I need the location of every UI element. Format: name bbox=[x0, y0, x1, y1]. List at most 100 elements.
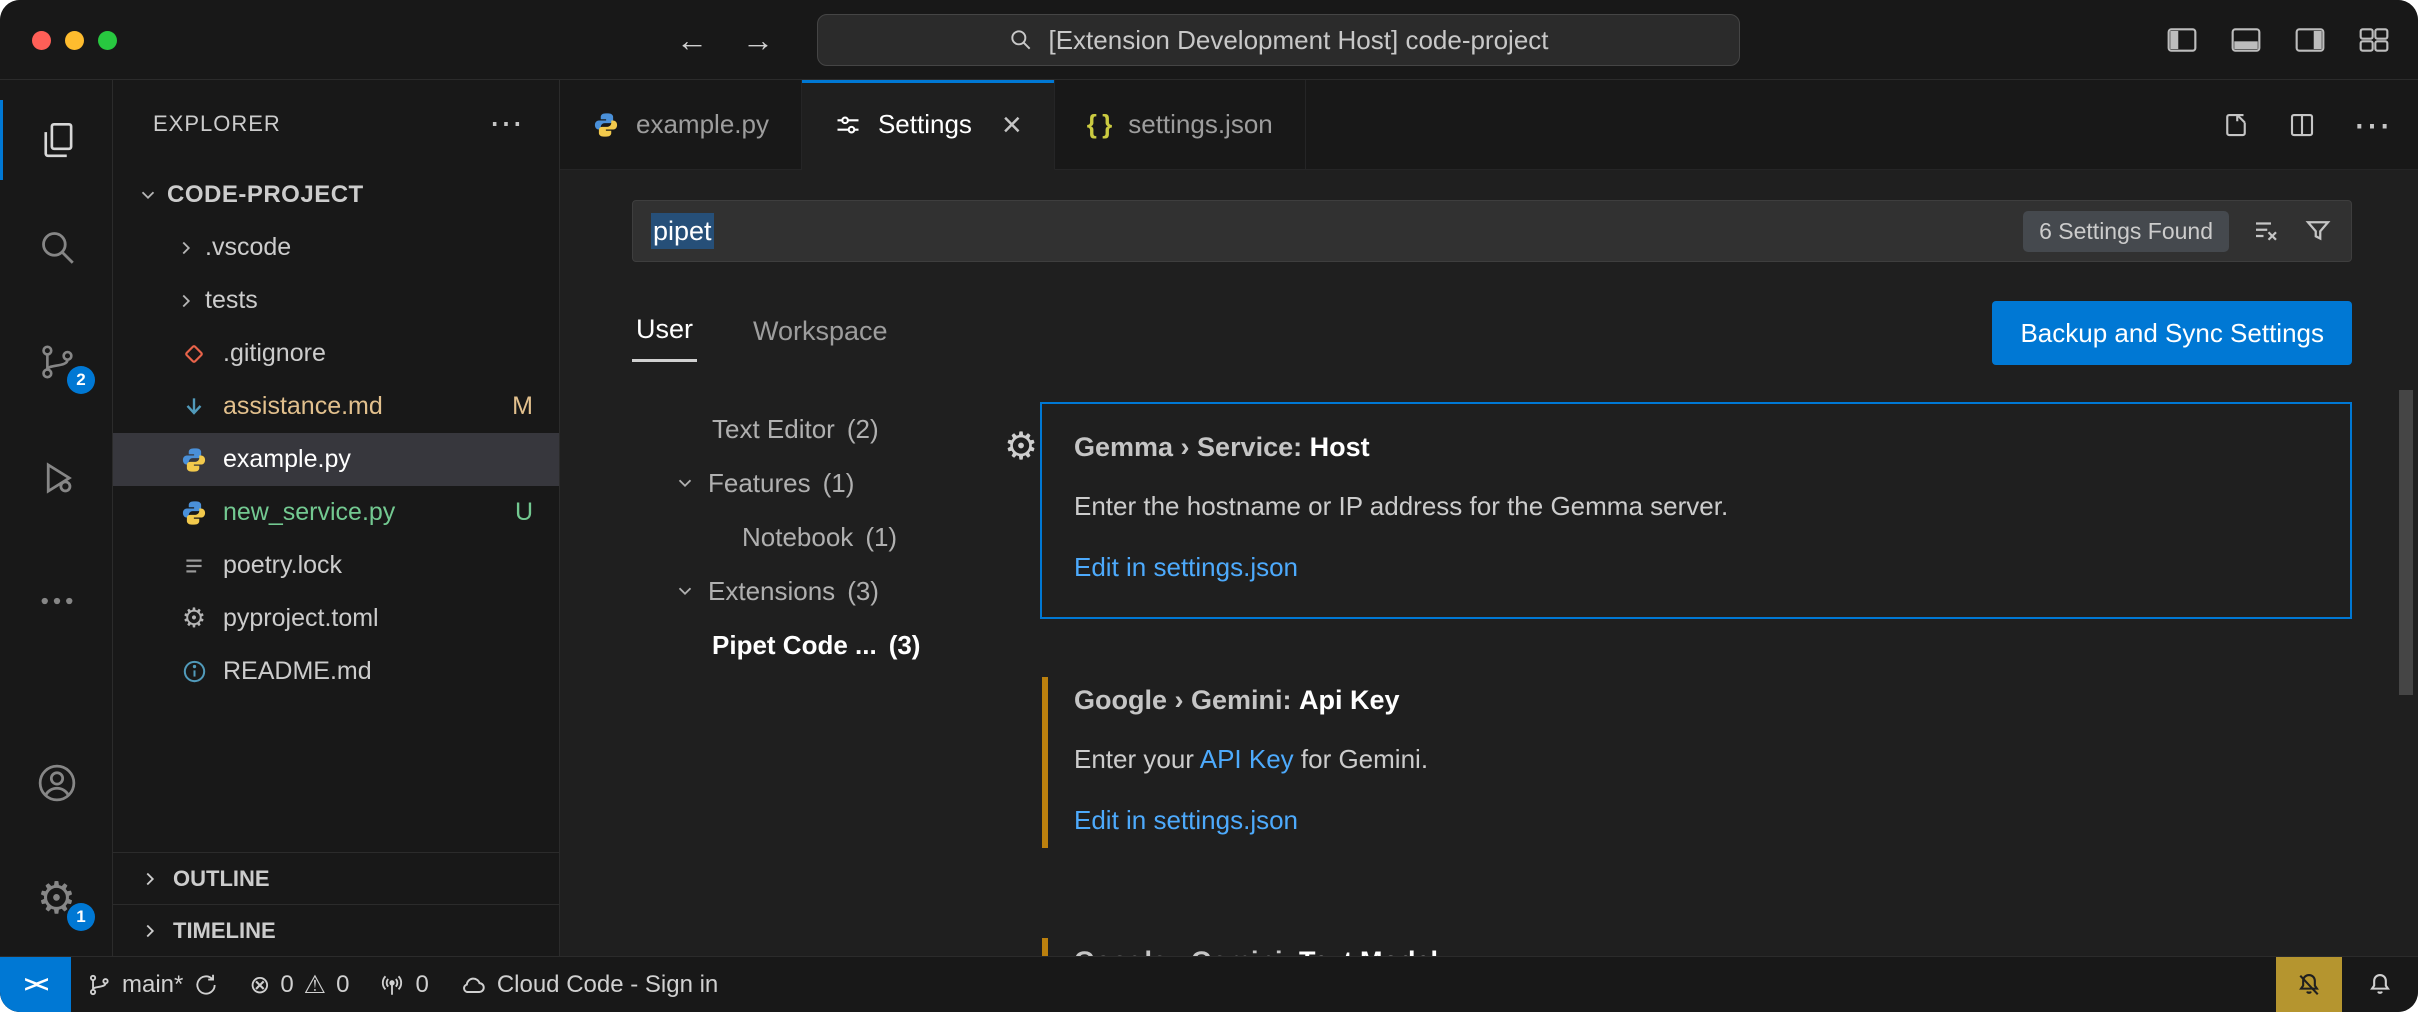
api-key-link[interactable]: API Key bbox=[1200, 744, 1294, 774]
settings-scope-tabs: User Workspace Backup and Sync Settings bbox=[632, 300, 2352, 366]
do-not-disturb-status-item[interactable] bbox=[2276, 957, 2342, 1012]
error-icon: ⊗ bbox=[249, 970, 270, 1000]
chevron-right-icon bbox=[175, 290, 197, 312]
setting-google-gemini-text-model[interactable]: Google › Gemini: Text Model bbox=[1040, 916, 2352, 956]
history-forward-icon[interactable]: → bbox=[742, 22, 774, 59]
search-view-icon[interactable] bbox=[0, 207, 113, 287]
settings-badge: 1 bbox=[67, 903, 95, 931]
git-branch-icon bbox=[86, 972, 112, 998]
chevron-down-icon bbox=[674, 580, 696, 602]
setting-actions-gear-icon[interactable]: ⚙ bbox=[1004, 428, 1038, 466]
command-center[interactable]: [Extension Development Host] code-projec… bbox=[817, 14, 1740, 66]
toc-item-pipet-code[interactable]: Pipet Code ... (3) bbox=[632, 618, 992, 672]
tree-item[interactable]: poetry.lock bbox=[113, 539, 559, 592]
toggle-primary-sidebar-icon[interactable] bbox=[2166, 26, 2198, 54]
cloud-icon bbox=[459, 971, 487, 999]
traffic-lights bbox=[32, 31, 117, 50]
toggle-panel-icon[interactable] bbox=[2230, 26, 2262, 54]
tree-root-folder[interactable]: CODE-PROJECT bbox=[113, 168, 559, 221]
setting-description: Enter the hostname or IP address for the… bbox=[1074, 491, 2320, 522]
problems-status-item[interactable]: ⊗ 0 ⚠ 0 bbox=[234, 957, 364, 1012]
python-file-icon bbox=[592, 111, 620, 139]
setting-google-gemini-api-key[interactable]: Google › Gemini: Api Key Enter your API … bbox=[1040, 655, 2352, 872]
settings-search-input[interactable]: pipet 6 Settings Found bbox=[632, 200, 2352, 262]
readme-info-icon bbox=[177, 658, 211, 685]
tree-item[interactable]: new_service.py U bbox=[113, 486, 559, 539]
command-center-label: [Extension Development Host] code-projec… bbox=[1048, 25, 1548, 56]
split-editor-icon[interactable] bbox=[2287, 110, 2317, 140]
tree-item[interactable]: ⚙ pyproject.toml bbox=[113, 592, 559, 645]
close-window-button[interactable] bbox=[32, 31, 51, 50]
scope-tab-user[interactable]: User bbox=[632, 304, 697, 362]
scope-tab-workspace[interactable]: Workspace bbox=[749, 306, 892, 361]
customize-layout-icon[interactable] bbox=[2358, 26, 2390, 54]
history-back-icon[interactable]: ← bbox=[676, 22, 708, 59]
git-status-badge: U bbox=[515, 498, 533, 527]
toc-item-notebook[interactable]: Notebook (1) bbox=[632, 510, 992, 564]
minimize-window-button[interactable] bbox=[65, 31, 84, 50]
toc-item-features[interactable]: Features (1) bbox=[632, 456, 992, 510]
setting-description: Enter your API Key for Gemini. bbox=[1074, 744, 2320, 775]
toggle-secondary-sidebar-icon[interactable] bbox=[2294, 26, 2326, 54]
editor-tab-bar: example.py Settings × { } settings.json … bbox=[560, 80, 2418, 170]
setting-gemma-service-host[interactable]: Gemma › Service: Host Enter the hostname… bbox=[1040, 402, 2352, 619]
search-icon bbox=[1008, 27, 1034, 53]
source-control-icon[interactable]: 2 bbox=[0, 322, 113, 402]
tree-item[interactable]: .gitignore bbox=[113, 327, 559, 380]
warning-icon: ⚠ bbox=[304, 970, 326, 1000]
remote-indicator[interactable]: >< bbox=[0, 957, 71, 1012]
ports-status-item[interactable]: 0 bbox=[364, 957, 443, 1012]
timeline-section-header[interactable]: TIMELINE bbox=[113, 904, 559, 956]
toml-file-icon: ⚙ bbox=[177, 605, 211, 632]
edit-in-settings-json-link[interactable]: Edit in settings.json bbox=[1074, 552, 1298, 583]
bell-slash-icon bbox=[2295, 971, 2323, 999]
modified-setting-indicator bbox=[1042, 677, 1048, 848]
python-file-icon bbox=[177, 446, 211, 474]
settings-list: ⚙ Gemma › Service: Host Enter the hostna… bbox=[992, 402, 2352, 956]
chevron-down-icon bbox=[137, 184, 159, 206]
tab-example-py[interactable]: example.py bbox=[560, 80, 802, 169]
run-and-debug-icon[interactable] bbox=[0, 438, 113, 518]
zoom-window-button[interactable] bbox=[98, 31, 117, 50]
backup-sync-settings-button[interactable]: Backup and Sync Settings bbox=[1992, 301, 2352, 365]
git-status-badge: M bbox=[512, 392, 533, 421]
tree-item[interactable]: README.md bbox=[113, 645, 559, 698]
settings-sliders-icon bbox=[834, 111, 862, 139]
title-bar: ← → [Extension Development Host] code-pr… bbox=[0, 0, 2418, 80]
vertical-scrollbar[interactable] bbox=[2399, 390, 2413, 695]
filter-settings-icon[interactable] bbox=[2303, 216, 2333, 246]
cloud-code-status-item[interactable]: Cloud Code - Sign in bbox=[444, 957, 733, 1012]
explorer-icon[interactable] bbox=[0, 100, 113, 180]
explorer-more-actions-icon[interactable]: ⋯ bbox=[489, 104, 525, 144]
branch-status-item[interactable]: main* bbox=[71, 957, 234, 1012]
toc-item-extensions[interactable]: Extensions (3) bbox=[632, 564, 992, 618]
status-bar: >< main* ⊗ 0 ⚠ 0 0 Cloud Code - Sign in bbox=[0, 956, 2418, 1012]
lock-file-icon bbox=[177, 553, 211, 579]
settings-editor: pipet 6 Settings Found User Workspace Ba… bbox=[560, 170, 2418, 956]
additional-views-icon[interactable] bbox=[0, 561, 113, 641]
settings-toc: Text Editor (2) Features (1) Notebook (1… bbox=[632, 402, 992, 956]
tree-item[interactable]: tests bbox=[113, 274, 559, 327]
tab-settings-json[interactable]: { } settings.json bbox=[1055, 80, 1306, 169]
explorer-title: EXPLORER bbox=[153, 111, 281, 137]
open-settings-json-icon[interactable] bbox=[2221, 110, 2251, 140]
chevron-down-icon bbox=[674, 472, 696, 494]
explorer-sidebar: EXPLORER ⋯ CODE-PROJECT .vscode tests .g… bbox=[113, 80, 560, 956]
close-tab-icon[interactable]: × bbox=[1002, 108, 1022, 142]
more-actions-icon[interactable]: ⋯ bbox=[2353, 103, 2392, 148]
notifications-bell-icon[interactable] bbox=[2342, 957, 2418, 1012]
toc-item-text-editor[interactable]: Text Editor (2) bbox=[632, 402, 992, 456]
sync-changes-icon[interactable] bbox=[193, 972, 219, 998]
tab-settings[interactable]: Settings × bbox=[802, 80, 1055, 170]
outline-section-header[interactable]: OUTLINE bbox=[113, 852, 559, 904]
git-file-icon bbox=[177, 341, 211, 367]
tree-item-selected[interactable]: example.py bbox=[113, 433, 559, 486]
tree-item[interactable]: .vscode bbox=[113, 221, 559, 274]
accounts-icon[interactable] bbox=[0, 743, 113, 823]
chevron-right-icon bbox=[139, 868, 161, 890]
clear-settings-search-icon[interactable] bbox=[2251, 216, 2281, 246]
manage-settings-icon[interactable]: ⚙ 1 bbox=[0, 859, 113, 939]
tree-item[interactable]: assistance.md M bbox=[113, 380, 559, 433]
markdown-file-icon bbox=[177, 394, 211, 420]
edit-in-settings-json-link[interactable]: Edit in settings.json bbox=[1074, 805, 1298, 836]
